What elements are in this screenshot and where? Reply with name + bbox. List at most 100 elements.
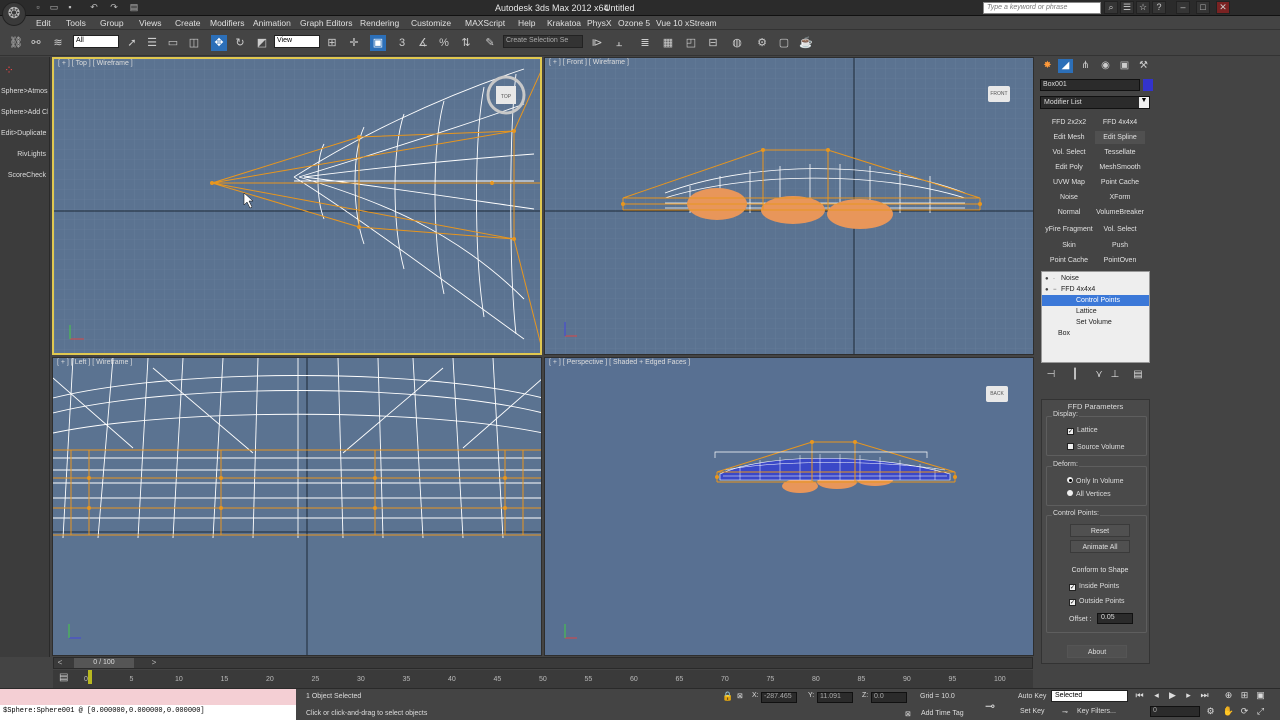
maximize-icon[interactable]: □ xyxy=(1196,1,1210,14)
mod-yfire-fragment-button[interactable]: yFire Fragment xyxy=(1044,223,1094,236)
add-time-tag-icon[interactable]: ⊠ xyxy=(905,710,911,718)
search-icon[interactable]: ⌕ xyxy=(1104,1,1118,14)
sphere-add-cloud-button[interactable]: Sphere>Add Clou xyxy=(1,105,48,121)
modifier-list-dropdown[interactable]: Modifier List ▼ xyxy=(1040,96,1150,109)
previous-key-icon[interactable]: ◂ xyxy=(1150,690,1163,703)
offset-spinner[interactable]: 0.05 xyxy=(1097,613,1133,624)
menu-edit[interactable]: Edit xyxy=(36,18,51,28)
only-in-volume-radio[interactable]: Only In Volume xyxy=(1067,477,1123,485)
source-volume-checkbox[interactable]: Source Volume xyxy=(1067,443,1124,451)
viewport-perspective[interactable]: BACK [ + ] [ Perspective ] [ Shaded + Ed… xyxy=(544,357,1034,656)
unlink-icon[interactable]: ⚯ xyxy=(28,35,44,51)
motion-tab-icon[interactable]: ◉ xyxy=(1098,59,1113,73)
auto-key-button[interactable]: Auto Key xyxy=(1018,693,1046,700)
menu-create[interactable]: Create xyxy=(175,18,201,28)
keyboard-shortcut-icon[interactable]: ▣ xyxy=(370,35,386,51)
modify-tab-icon[interactable]: ◢ xyxy=(1058,59,1073,73)
mod-tessellate-button[interactable]: Tessellate xyxy=(1095,146,1145,159)
search-input[interactable]: Type a keyword or phrase xyxy=(983,2,1101,14)
left-viewport-label[interactable]: [ + ] [ Left ] [ Wireframe ] xyxy=(57,359,132,366)
undo-icon[interactable]: ↶ xyxy=(88,2,100,13)
outside-points-checkbox[interactable]: ✓ Outside Points xyxy=(1069,598,1125,606)
lock-icon[interactable]: 🔒 xyxy=(722,691,733,702)
help-icon[interactable]: ? xyxy=(1152,1,1166,14)
menu-maxscript[interactable]: MAXScript xyxy=(465,18,505,28)
front-viewcube[interactable]: FRONT xyxy=(988,86,1010,102)
go-to-start-icon[interactable]: ⏮ xyxy=(1133,690,1146,703)
rotate-icon[interactable]: ↻ xyxy=(232,35,248,51)
stack-item-set-volume[interactable]: Set Volume xyxy=(1042,317,1149,328)
reset-button[interactable]: Reset xyxy=(1070,524,1130,537)
project-folder-icon[interactable]: ▤ xyxy=(128,2,140,13)
stack-item-lattice[interactable]: Lattice xyxy=(1042,306,1149,317)
conform-to-shape-button[interactable]: Conform to Shape xyxy=(1064,563,1136,576)
lattice-checkbox[interactable]: ✓ Lattice xyxy=(1067,427,1098,435)
mod-vol-select-button[interactable]: Vol. Select xyxy=(1044,146,1094,159)
rivlights-button[interactable]: RivLights xyxy=(1,147,48,163)
ffd-rollout-title[interactable]: FFD Parameters xyxy=(1042,402,1149,411)
mirror-icon[interactable]: ⧐ xyxy=(589,35,605,51)
time-config-icon[interactable]: ⚙ xyxy=(1204,706,1217,719)
about-button[interactable]: About xyxy=(1067,645,1127,658)
viewport-top[interactable]: TOP [ + ] [ Top ] [ Wireframe ] xyxy=(52,57,542,355)
mod-skin-button[interactable]: Skin xyxy=(1044,239,1094,252)
scale-icon[interactable]: ◩ xyxy=(254,35,270,51)
next-frame-icon[interactable]: > xyxy=(148,658,160,668)
layer-manager-icon[interactable]: ≣ xyxy=(637,35,653,51)
mod-pointoven-button[interactable]: PointOven xyxy=(1095,254,1145,267)
stack-item-ffd[interactable]: ● − FFD 4x4x4 xyxy=(1042,284,1149,295)
bind-spacewarp-icon[interactable]: ≋ xyxy=(50,35,66,51)
percent-snap-icon[interactable]: % xyxy=(436,35,452,51)
pan-icon[interactable]: ✋ xyxy=(1222,706,1235,719)
time-slider[interactable]: < 0 / 100 > xyxy=(53,657,1033,669)
pin-stack-icon[interactable]: ⊣ xyxy=(1044,369,1058,382)
select-manipulate-icon[interactable]: ✛ xyxy=(346,35,362,51)
mod-edit-spline-button[interactable]: Edit Spline xyxy=(1095,131,1145,144)
select-object-icon[interactable]: ➚ xyxy=(124,35,140,51)
star-icon[interactable]: ☆ xyxy=(1136,1,1150,14)
mod-meshsmooth-button[interactable]: MeshSmooth xyxy=(1095,161,1145,174)
z-coord-field[interactable]: 0.0 xyxy=(871,692,907,703)
render-setup-icon[interactable]: ⚙ xyxy=(754,35,770,51)
mod-xform-button[interactable]: XForm xyxy=(1095,191,1145,204)
selection-filter-dropdown[interactable]: All xyxy=(73,35,119,48)
render-teapot-icon[interactable]: ☕ xyxy=(798,35,814,51)
mod-point-cache-button[interactable]: Point Cache xyxy=(1095,176,1145,189)
minimize-icon[interactable]: – xyxy=(1176,1,1190,14)
time-slider-knob[interactable]: 0 / 100 xyxy=(74,658,134,668)
select-by-name-icon[interactable]: ☰ xyxy=(144,35,160,51)
mod-ffd222-button[interactable]: FFD 2x2x2 xyxy=(1044,116,1094,129)
align-icon[interactable]: ⫠ xyxy=(611,35,627,51)
move-icon[interactable]: ✥ xyxy=(211,35,227,51)
menu-physx[interactable]: PhysX xyxy=(587,18,612,28)
schematic-view-icon[interactable]: ⊟ xyxy=(705,35,721,51)
menu-views[interactable]: Views xyxy=(139,18,162,28)
stack-item-box[interactable]: Box xyxy=(1042,328,1149,339)
zoom-all-icon[interactable]: ⊞ xyxy=(1238,690,1251,703)
display-tab-icon[interactable]: ▣ xyxy=(1117,59,1132,73)
spinner-snap-icon[interactable]: ⇅ xyxy=(458,35,474,51)
object-color-swatch[interactable] xyxy=(1143,79,1153,91)
inside-points-checkbox[interactable]: ✓ Inside Points xyxy=(1069,583,1119,591)
named-selection-dropdown[interactable]: Create Selection Se xyxy=(503,35,583,48)
key-filters-button[interactable]: Key Filters... xyxy=(1077,708,1116,715)
top-viewcube-label[interactable]: TOP xyxy=(501,94,512,100)
viewport-front[interactable]: FRONT [ + ] [ Front ] [ Wireframe ] xyxy=(544,57,1034,355)
mod-volumebreaker-button[interactable]: VolumeBreaker xyxy=(1095,206,1145,219)
link-icon[interactable]: ⛓ xyxy=(8,35,24,51)
remove-modifier-icon[interactable]: ⊥ xyxy=(1108,369,1122,382)
menu-animation[interactable]: Animation xyxy=(253,18,291,28)
mod-normal-button[interactable]: Normal xyxy=(1044,206,1094,219)
front-viewport-label[interactable]: [ + ] [ Front ] [ Wireframe ] xyxy=(549,59,629,66)
viewport-left[interactable]: [ + ] [ Left ] [ Wireframe ] xyxy=(52,357,542,656)
menu-krakatoa[interactable]: Krakatoa xyxy=(547,18,581,28)
prev-frame-icon[interactable]: < xyxy=(54,658,66,668)
menu-group[interactable]: Group xyxy=(100,18,124,28)
graphite-toggle-icon[interactable]: ▦ xyxy=(660,35,676,51)
mod-ffd444-button[interactable]: FFD 4x4x4 xyxy=(1095,116,1145,129)
mod-edit-mesh-button[interactable]: Edit Mesh xyxy=(1044,131,1094,144)
rect-selection-icon[interactable]: ▭ xyxy=(165,35,181,51)
hierarchy-tab-icon[interactable]: ⋔ xyxy=(1078,59,1093,73)
menu-tools[interactable]: Tools xyxy=(66,18,86,28)
x-coord-field[interactable]: -287.465 xyxy=(761,692,797,703)
